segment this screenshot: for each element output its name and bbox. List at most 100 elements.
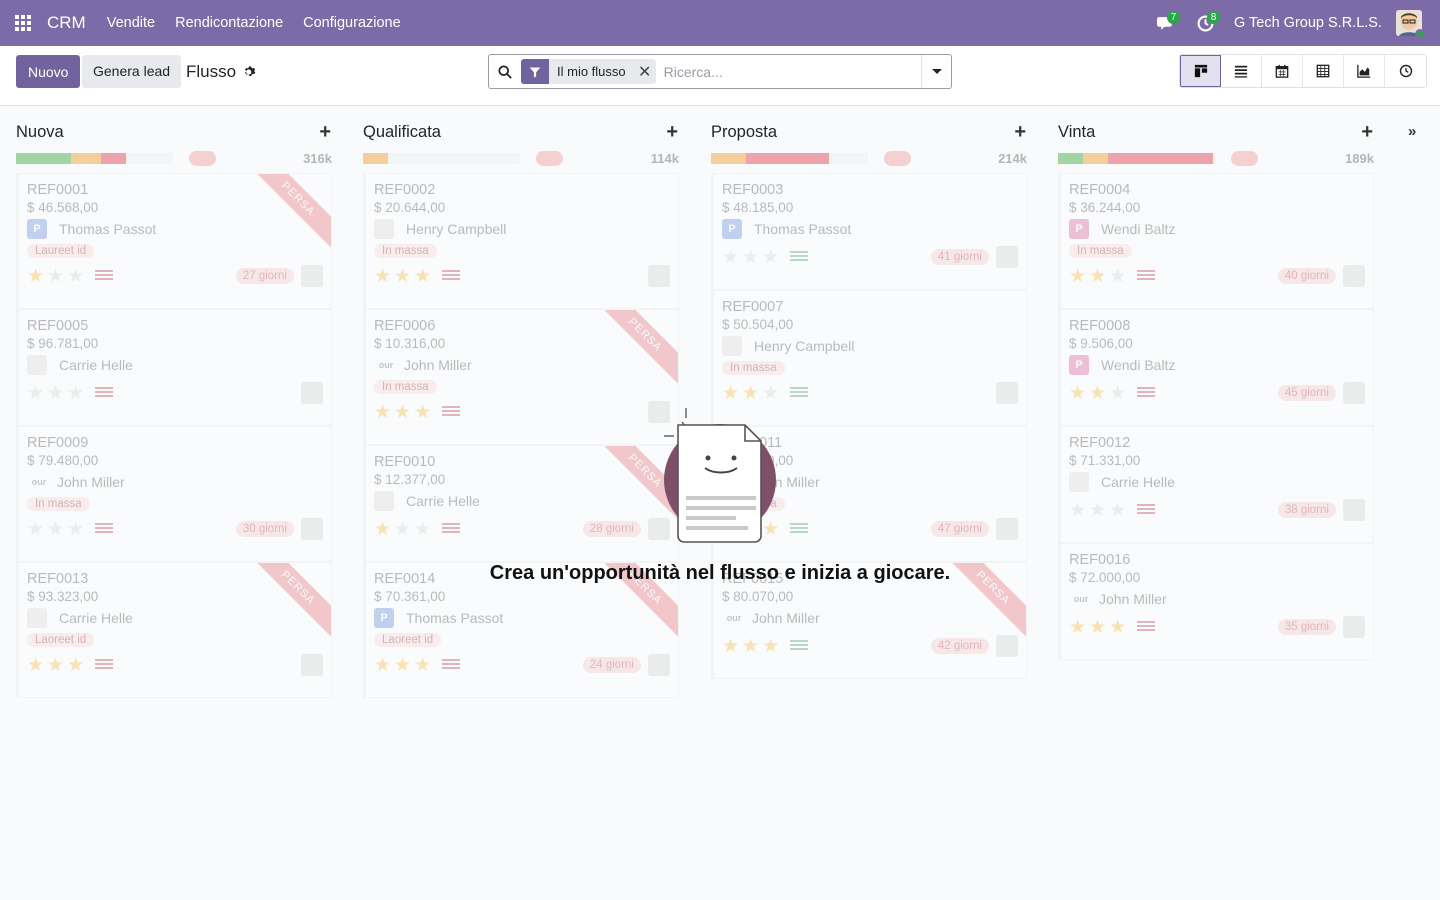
column-title[interactable]: Nuova	[16, 123, 64, 142]
kanban-card[interactable]: REF0001 $ 46.568,00 P Thomas Passot Laureet …	[16, 173, 332, 309]
star-icon[interactable]: ★	[1089, 617, 1109, 638]
star-icon[interactable]: ★	[1109, 617, 1129, 638]
activity-view-button[interactable]	[1385, 55, 1426, 87]
quick-create-icon[interactable]: +	[666, 121, 678, 144]
kanban-card[interactable]: REF0004 $ 36.244,00 P Wendi Baltz In massa ★★…	[1058, 173, 1374, 309]
salesperson-avatar[interactable]	[648, 654, 670, 676]
star-icon[interactable]: ★	[722, 247, 742, 268]
quick-create-icon[interactable]: +	[1361, 121, 1373, 144]
column-title[interactable]: Vinta	[1058, 123, 1095, 142]
list-view-button[interactable]	[1221, 55, 1262, 87]
calendar-view-button[interactable]	[1262, 55, 1303, 87]
progress-segment[interactable]	[363, 153, 388, 164]
column-title[interactable]: Proposta	[711, 123, 777, 142]
priority-stars[interactable]: ★★★	[722, 246, 782, 269]
priority-stars[interactable]: ★★★	[374, 265, 434, 288]
progress-segment[interactable]	[1083, 153, 1108, 164]
kanban-view-button[interactable]	[1180, 55, 1221, 87]
star-icon[interactable]: ★	[742, 636, 762, 657]
star-icon[interactable]: ★	[27, 655, 47, 676]
star-icon[interactable]: ★	[742, 247, 762, 268]
search-options-toggle[interactable]	[921, 55, 951, 88]
customer-name: Wendi Baltz	[1101, 357, 1176, 373]
quick-create-icon[interactable]: +	[1014, 121, 1026, 144]
star-icon[interactable]: ★	[762, 247, 782, 268]
star-icon[interactable]: ★	[394, 266, 414, 287]
activity-days-badge[interactable]: 42 giorni	[930, 638, 989, 654]
star-icon[interactable]: ★	[374, 266, 394, 287]
salesperson-avatar[interactable]	[996, 246, 1018, 268]
star-icon[interactable]: ★	[374, 655, 394, 676]
priority-stars[interactable]: ★★★	[1069, 265, 1129, 288]
activity-days-badge[interactable]: 27 giorni	[235, 268, 294, 284]
search-input[interactable]	[663, 56, 921, 87]
salesperson-avatar[interactable]	[301, 654, 323, 676]
salesperson-avatar[interactable]	[996, 635, 1018, 657]
graph-view-button[interactable]	[1344, 55, 1385, 87]
card-amount: $ 80.070,00	[722, 589, 794, 604]
activity-days-badge[interactable]: 41 giorni	[930, 249, 989, 265]
star-icon[interactable]: ★	[1069, 266, 1089, 287]
progress-bar[interactable]	[16, 153, 173, 164]
star-icon[interactable]: ★	[67, 655, 87, 676]
search-icon[interactable]	[489, 55, 521, 88]
star-icon[interactable]: ★	[1109, 266, 1129, 287]
progress-segment[interactable]	[16, 153, 71, 164]
star-icon[interactable]: ★	[414, 266, 434, 287]
new-button[interactable]: Nuovo	[16, 55, 81, 88]
activity-days-badge[interactable]: 24 giorni	[582, 657, 641, 673]
progress-segment[interactable]	[711, 153, 746, 164]
facet-value: Il mio flusso	[557, 64, 626, 79]
user-avatar[interactable]	[1396, 10, 1425, 39]
column-title[interactable]: Qualificata	[363, 123, 441, 142]
kanban-card[interactable]: REF0003 $ 48.185,00 P Thomas Passot ★★★ 41 gi…	[711, 173, 1027, 290]
priority-stars[interactable]: ★★★	[722, 635, 782, 658]
priority-stars[interactable]: ★★★	[1069, 616, 1129, 639]
star-icon[interactable]: ★	[47, 266, 67, 287]
menu-configurazione[interactable]: Configurazione	[303, 15, 401, 31]
column-header: Vinta +	[1058, 107, 1374, 151]
kanban-card[interactable]: REF0002 $ 20.644,00 Henry Campbell In massa…	[363, 173, 679, 309]
star-icon[interactable]: ★	[414, 655, 434, 676]
progress-bar[interactable]	[363, 153, 520, 164]
salesperson-avatar[interactable]	[301, 265, 323, 287]
close-icon[interactable]: ✕	[634, 59, 656, 84]
activity-days-badge[interactable]: 40 giorni	[1277, 268, 1336, 284]
menu-vendite[interactable]: Vendite	[107, 15, 155, 31]
app-brand[interactable]: CRM	[47, 13, 86, 33]
star-icon[interactable]: ★	[1089, 266, 1109, 287]
progress-segment[interactable]	[1058, 153, 1083, 164]
star-icon[interactable]: ★	[762, 636, 782, 657]
progress-segment[interactable]	[746, 153, 829, 164]
progress-segment[interactable]	[71, 153, 101, 164]
apps-menu-icon[interactable]	[0, 0, 46, 46]
star-icon[interactable]: ★	[1069, 617, 1089, 638]
star-icon[interactable]: ★	[47, 655, 67, 676]
gear-icon[interactable]	[243, 65, 257, 79]
progress-bar[interactable]	[1058, 153, 1215, 164]
flag-icon	[790, 251, 809, 263]
pivot-view-button[interactable]	[1303, 55, 1344, 87]
salesperson-avatar[interactable]	[1343, 265, 1365, 287]
star-icon[interactable]: ★	[67, 266, 87, 287]
priority-stars[interactable]: ★★★	[27, 654, 87, 677]
messages-button[interactable]: 7	[1146, 0, 1186, 46]
star-icon[interactable]: ★	[394, 655, 414, 676]
salesperson-avatar[interactable]	[648, 265, 670, 287]
menu-rendicontazione[interactable]: Rendicontazione	[175, 15, 283, 31]
salesperson-avatar[interactable]	[1343, 616, 1365, 638]
star-icon[interactable]: ★	[27, 266, 47, 287]
star-icon[interactable]: ★	[722, 636, 742, 657]
priority-stars[interactable]: ★★★	[374, 654, 434, 677]
progress-bar[interactable]	[711, 153, 868, 164]
fold-columns-icon[interactable]: »	[1408, 123, 1416, 140]
activity-days-badge[interactable]: 35 giorni	[1277, 619, 1336, 635]
company-switcher[interactable]: G Tech Group S.R.L.S.	[1234, 15, 1382, 31]
progress-segment[interactable]	[1108, 153, 1213, 164]
priority-stars[interactable]: ★★★	[27, 265, 87, 288]
progress-segment[interactable]	[101, 153, 126, 164]
activity-days-badge[interactable]: 45 giorni	[1277, 385, 1336, 401]
quick-create-icon[interactable]: +	[319, 121, 331, 144]
activities-button[interactable]: 8	[1186, 0, 1226, 46]
generate-lead-button[interactable]: Genera lead	[82, 55, 182, 88]
